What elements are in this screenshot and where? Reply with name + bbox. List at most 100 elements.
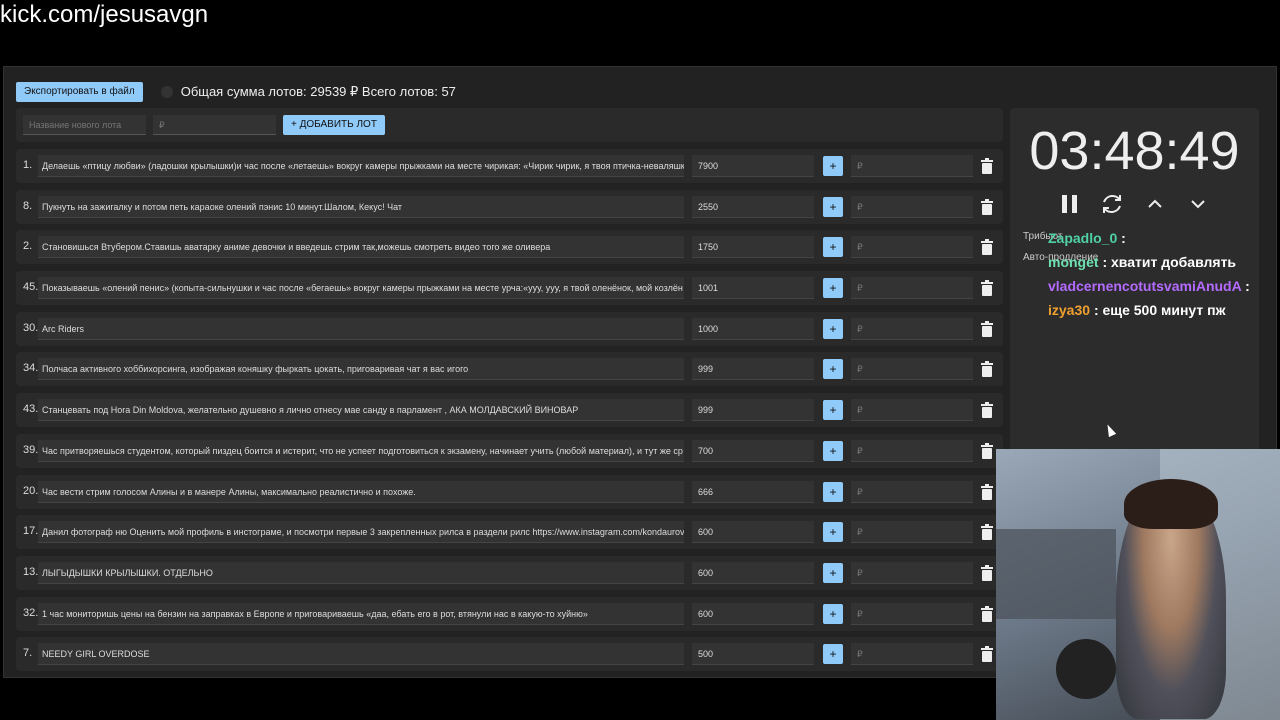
toggle-dot[interactable] (160, 86, 173, 98)
trash-icon[interactable] (981, 564, 993, 581)
chevron-down-icon[interactable] (1186, 192, 1210, 216)
lot-add-amount-input[interactable]: ₽ (851, 602, 973, 625)
lot-number: 17. (23, 525, 39, 538)
lot-amount-field[interactable]: 1000 (692, 317, 814, 340)
trash-icon[interactable] (981, 158, 993, 174)
lot-row: 8. Пукнуть на зажигалку и потом петь кар… (16, 189, 1003, 224)
lot-number: 30. (23, 321, 39, 334)
add-amount-button[interactable]: + (823, 562, 843, 583)
trash-icon[interactable] (981, 646, 993, 663)
lot-name-field[interactable]: Полчаса активного хоббихорсинга, изображ… (38, 358, 684, 381)
toolbar: Экспортировать в файл Общая сумма лотов:… (16, 82, 456, 102)
add-amount-button[interactable]: + (823, 440, 843, 461)
lot-row: 2. Становишься Втубером.Ставишь аватарку… (16, 230, 1003, 265)
webcam-overlay (996, 449, 1280, 720)
lot-add-amount-input[interactable]: ₽ (851, 277, 973, 300)
chevron-up-icon[interactable] (1143, 192, 1167, 216)
lot-amount-field[interactable]: 1001 (692, 277, 814, 300)
lot-add-amount-input[interactable]: ₽ (851, 643, 973, 666)
lot-number: 2. (23, 240, 33, 253)
trash-icon[interactable] (981, 198, 993, 215)
lot-number: 13. (23, 565, 39, 578)
lot-add-amount-input[interactable]: ₽ (851, 480, 973, 503)
add-amount-button[interactable]: + (823, 359, 843, 380)
lot-number: 45. (23, 281, 39, 294)
lot-amount-field[interactable]: 500 (692, 643, 814, 666)
trash-icon[interactable] (981, 402, 993, 419)
trash-icon[interactable] (981, 524, 993, 541)
add-amount-button[interactable]: + (823, 400, 843, 421)
lot-row: 17. Данил фотограф ню Оценить мой профил… (16, 515, 1003, 550)
lot-row: 20. Час вести стрим голосом Алины и в ма… (16, 474, 1003, 509)
chat-text: : (1245, 278, 1250, 294)
lot-add-amount-input[interactable]: ₽ (851, 521, 973, 544)
lot-amount-field[interactable]: 999 (692, 358, 814, 381)
lot-amount-field[interactable]: 600 (692, 521, 814, 544)
add-lot-button[interactable]: + ДОБАВИТЬ ЛОТ (283, 115, 385, 135)
chat-text: : (1121, 230, 1126, 246)
lot-add-amount-input[interactable]: ₽ (851, 236, 973, 259)
lot-amount-field[interactable]: 600 (692, 561, 814, 584)
lot-add-amount-input[interactable]: ₽ (851, 317, 973, 340)
lot-row: 30. Arc Riders 1000 + ₽ (16, 311, 1003, 346)
lot-amount-field[interactable]: 999 (692, 399, 814, 422)
lot-name-field[interactable]: Час вести стрим голосом Алины и в манере… (38, 480, 684, 503)
lot-amount-field[interactable]: 2550 (692, 195, 814, 218)
lot-amount-field[interactable]: 666 (692, 480, 814, 503)
trash-icon[interactable] (981, 605, 993, 622)
add-amount-button[interactable]: + (823, 318, 843, 339)
lot-amount-field[interactable]: 1750 (692, 236, 814, 259)
add-amount-button[interactable]: + (823, 278, 843, 299)
lot-number: 34. (23, 362, 39, 375)
lot-add-amount-input[interactable]: ₽ (851, 195, 973, 218)
refresh-icon[interactable] (1100, 192, 1124, 216)
lot-amount-field[interactable]: 700 (692, 439, 814, 462)
trash-icon[interactable] (981, 483, 993, 500)
lot-name-field[interactable]: Пукнуть на зажигалку и потом петь караок… (38, 195, 684, 218)
chat-message: monget : хватит добавлять (1048, 254, 1278, 270)
chat-username: Zapadlo_0 (1048, 230, 1118, 246)
lot-name-field[interactable]: NEEDY GIRL OVERDOSE (38, 643, 684, 666)
lot-amount-field[interactable]: 600 (692, 602, 814, 625)
lot-name-field[interactable]: Станцевать под Hora Din Moldova, желател… (38, 399, 684, 422)
chat-message: izya30 : еще 500 минут пж (1048, 302, 1278, 318)
lot-add-amount-input[interactable]: ₽ (851, 399, 973, 422)
add-amount-button[interactable]: + (823, 481, 843, 502)
lot-number: 32. (23, 606, 39, 619)
lot-row: 7. NEEDY GIRL OVERDOSE 500 + ₽ (16, 637, 1003, 672)
lot-name-field[interactable]: Данил фотограф ню Оценить мой профиль в … (38, 521, 684, 544)
lot-name-field[interactable]: Arc Riders (38, 317, 684, 340)
trash-icon[interactable] (981, 442, 993, 459)
add-amount-button[interactable]: + (823, 237, 843, 258)
export-button[interactable]: Экспортировать в файл (16, 82, 143, 102)
add-amount-button[interactable]: + (823, 196, 843, 217)
lot-name-field[interactable]: ЛЫГЫДЫШКИ КРЫЛЫШКИ. ОТДЕЛЬНО (38, 561, 684, 584)
chat-message: vladcernencotutsvamiAnudA : (1048, 278, 1278, 294)
lot-add-amount-input[interactable]: ₽ (851, 358, 973, 381)
lot-add-amount-input[interactable]: ₽ (851, 155, 973, 177)
trash-icon[interactable] (981, 361, 993, 378)
lot-row: 1. Делаешь «птицу любви» (ладошки крылыш… (16, 149, 1003, 183)
lot-number: 1. (23, 159, 33, 171)
lot-name-field[interactable]: Показываешь «олений пенис» (копыта-сильн… (38, 277, 684, 300)
lot-name-field[interactable]: Час притворяешься студентом, который пиз… (38, 439, 684, 462)
lot-row: 32. 1 час мониторишь цены на бензин на з… (16, 596, 1003, 631)
trash-icon[interactable] (981, 280, 993, 297)
new-lot-name-input[interactable] (23, 115, 146, 135)
lot-amount-field[interactable]: 7900 (692, 155, 814, 177)
add-amount-button[interactable]: + (823, 644, 843, 665)
add-amount-button[interactable]: + (823, 522, 843, 543)
trash-icon[interactable] (981, 320, 993, 337)
pause-icon[interactable] (1058, 192, 1082, 216)
lot-number: 8. (23, 199, 33, 212)
lot-add-amount-input[interactable]: ₽ (851, 439, 973, 462)
lot-name-field[interactable]: 1 час мониторишь цены на бензин на запра… (38, 602, 684, 625)
lot-name-field[interactable]: Становишься Втубером.Ставишь аватарку ан… (38, 236, 684, 259)
lot-name-field[interactable]: Делаешь «птицу любви» (ладошки крылышки)… (38, 155, 684, 177)
new-lot-amount-input[interactable] (153, 115, 276, 135)
add-amount-button[interactable]: + (823, 156, 843, 176)
chat-username: izya30 (1048, 302, 1091, 318)
lot-add-amount-input[interactable]: ₽ (851, 561, 973, 584)
trash-icon[interactable] (981, 239, 993, 256)
add-amount-button[interactable]: + (823, 603, 843, 624)
